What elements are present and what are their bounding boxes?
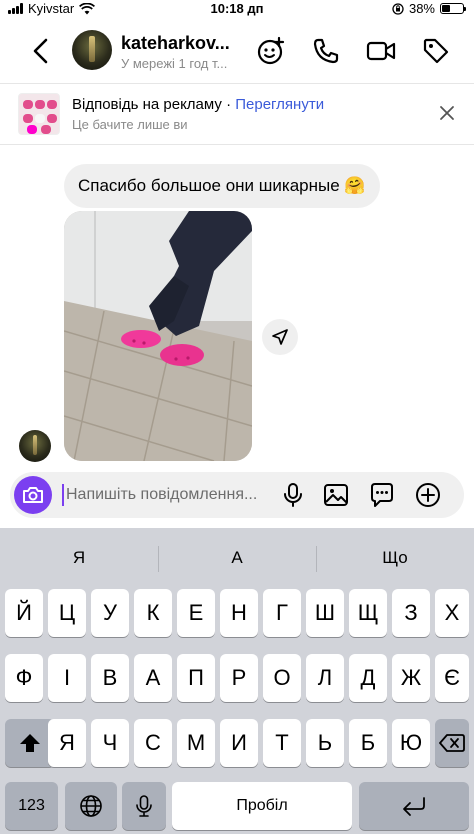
key-letter[interactable]: С bbox=[134, 719, 172, 767]
numbers-key[interactable]: 123 bbox=[5, 782, 58, 830]
close-icon[interactable] bbox=[438, 104, 456, 122]
key-letter[interactable]: Ш bbox=[306, 589, 344, 637]
dictation-key[interactable] bbox=[122, 782, 166, 830]
key-letter[interactable]: Ж bbox=[392, 654, 430, 702]
ad-reply-banner: Відповідь на рекламу · Переглянути Це ба… bbox=[0, 84, 474, 144]
back-icon[interactable] bbox=[28, 36, 54, 66]
key-letter[interactable]: Р bbox=[220, 654, 258, 702]
share-button[interactable] bbox=[262, 319, 298, 355]
ad-reply-subtitle: Це бачите лише ви bbox=[72, 117, 188, 132]
suggestion-2[interactable]: А bbox=[158, 538, 316, 578]
key-letter[interactable]: О bbox=[263, 654, 301, 702]
mic-icon[interactable] bbox=[279, 481, 307, 509]
tag-icon[interactable] bbox=[421, 36, 451, 66]
key-letter[interactable]: Н bbox=[220, 589, 258, 637]
sender-avatar[interactable] bbox=[19, 430, 51, 462]
ad-thumbnail[interactable] bbox=[18, 93, 60, 135]
dictation-icon bbox=[136, 795, 152, 817]
key-letter[interactable]: А bbox=[134, 654, 172, 702]
keyboard: Я А Що Й Ц У К Е Н Г Ш Щ З Х Ф І В А П Р… bbox=[0, 528, 474, 834]
chat-header: kateharkov... У мережі 1 год т... bbox=[0, 22, 474, 82]
key-letter[interactable]: Я bbox=[48, 719, 86, 767]
key-letter[interactable]: Г bbox=[263, 589, 301, 637]
globe-key[interactable] bbox=[65, 782, 117, 830]
space-key[interactable]: Пробіл bbox=[172, 782, 352, 830]
key-letter[interactable]: П bbox=[177, 654, 215, 702]
key-letter[interactable]: Д bbox=[349, 654, 387, 702]
key-letter[interactable]: Т bbox=[263, 719, 301, 767]
key-letter[interactable]: Х bbox=[435, 589, 469, 637]
avatar[interactable] bbox=[72, 30, 112, 70]
share-icon bbox=[272, 329, 288, 345]
return-icon bbox=[403, 797, 425, 816]
key-letter[interactable]: М bbox=[177, 719, 215, 767]
key-letter[interactable]: Є bbox=[435, 654, 469, 702]
message-composer bbox=[10, 472, 464, 518]
key-letter[interactable]: Ю bbox=[392, 719, 430, 767]
key-letter[interactable]: Щ bbox=[349, 589, 387, 637]
camera-button[interactable] bbox=[14, 476, 52, 514]
suggestion-3[interactable]: Що bbox=[316, 538, 474, 578]
suggestion-1[interactable]: Я bbox=[0, 538, 158, 578]
key-letter[interactable]: Ь bbox=[306, 719, 344, 767]
banner-divider bbox=[0, 144, 474, 145]
ad-reply-separator: · bbox=[226, 96, 232, 113]
ad-reply-label: Відповідь на рекламу bbox=[72, 96, 222, 113]
message-bubble[interactable]: Спасибо большое они шикарные 🤗 bbox=[64, 164, 380, 208]
status-right: 38% bbox=[392, 1, 466, 16]
return-key[interactable] bbox=[359, 782, 469, 830]
battery-percent: 38% bbox=[408, 1, 435, 16]
key-letter[interactable]: Б bbox=[349, 719, 387, 767]
status-bar: Kyivstar 10:18 дп 38% bbox=[0, 0, 474, 18]
video-icon[interactable] bbox=[366, 36, 396, 66]
key-letter[interactable]: Е bbox=[177, 589, 215, 637]
message-photo[interactable] bbox=[64, 211, 252, 461]
battery-icon bbox=[440, 3, 466, 14]
key-letter[interactable]: Л bbox=[306, 654, 344, 702]
key-letter[interactable]: З bbox=[392, 589, 430, 637]
key-letter[interactable]: И bbox=[220, 719, 258, 767]
sticker-icon[interactable] bbox=[368, 481, 396, 509]
view-ad-link[interactable]: Переглянути bbox=[235, 96, 324, 113]
shift-icon bbox=[20, 734, 40, 752]
globe-icon bbox=[80, 795, 102, 817]
key-letter[interactable]: Ч bbox=[91, 719, 129, 767]
text-caret bbox=[62, 484, 64, 506]
key-letter[interactable]: І bbox=[48, 654, 86, 702]
phone-icon[interactable] bbox=[311, 36, 341, 66]
orientation-lock-icon bbox=[392, 2, 404, 15]
gallery-icon[interactable] bbox=[322, 481, 350, 509]
key-letter[interactable]: Ц bbox=[48, 589, 86, 637]
backspace-key[interactable] bbox=[435, 719, 469, 767]
contact-status: У мережі 1 год т... bbox=[121, 56, 228, 71]
photo-image bbox=[64, 211, 252, 461]
key-letter[interactable]: Й bbox=[5, 589, 43, 637]
message-input[interactable] bbox=[66, 482, 276, 508]
key-letter[interactable]: К bbox=[134, 589, 172, 637]
backspace-icon bbox=[439, 734, 465, 752]
key-letter[interactable]: В bbox=[91, 654, 129, 702]
ad-reply-title: Відповідь на рекламу · Переглянути bbox=[72, 96, 324, 113]
camera-icon bbox=[23, 487, 43, 503]
key-letter[interactable]: Ф bbox=[5, 654, 43, 702]
plus-icon[interactable] bbox=[414, 481, 442, 509]
key-letter[interactable]: У bbox=[91, 589, 129, 637]
contact-username[interactable]: kateharkov... bbox=[121, 33, 230, 54]
effects-icon[interactable] bbox=[256, 36, 286, 66]
